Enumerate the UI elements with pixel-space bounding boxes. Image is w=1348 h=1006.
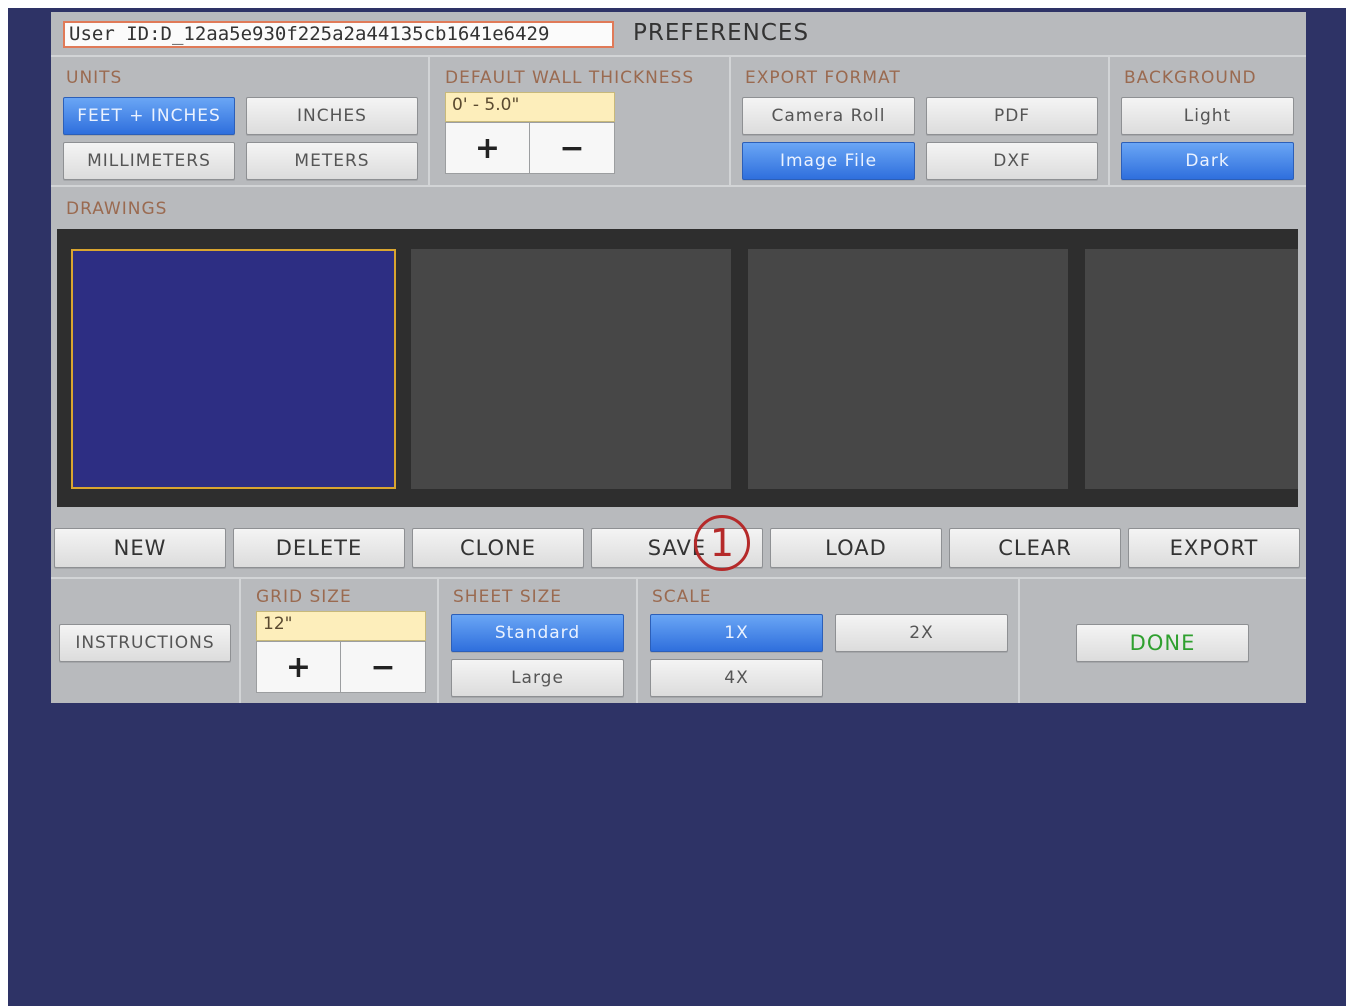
divider	[1018, 578, 1020, 703]
divider	[239, 578, 241, 703]
divider	[729, 56, 731, 186]
annotation-marker: 1	[694, 515, 750, 571]
divider	[437, 578, 439, 703]
minus-icon: −	[559, 130, 585, 166]
minus-icon: −	[370, 649, 396, 685]
unit-millimeters-button[interactable]: MILLIMETERS	[63, 142, 235, 180]
export-button[interactable]: EXPORT	[1128, 528, 1300, 568]
delete-button[interactable]: DELETE	[233, 528, 405, 568]
units-label: UNITS	[66, 68, 123, 88]
unit-meters-button[interactable]: METERS	[246, 142, 418, 180]
user-id-field[interactable]: User ID:D_12aa5e930f225a2a44135cb1641e64…	[63, 21, 614, 48]
scale-label: SCALE	[652, 587, 712, 607]
plus-icon: +	[474, 130, 501, 166]
drawing-thumbnail[interactable]	[411, 249, 731, 489]
load-button[interactable]: LOAD	[770, 528, 942, 568]
scale-1x-button[interactable]: 1X	[650, 614, 823, 652]
divider	[428, 56, 430, 186]
background-dark-button[interactable]: Dark	[1121, 142, 1294, 180]
wall-thickness-minus-button[interactable]: −	[529, 122, 615, 174]
export-format-label: EXPORT FORMAT	[745, 68, 901, 88]
page-title: PREFERENCES	[633, 20, 810, 46]
divider	[51, 185, 1306, 187]
drawings-label: DRAWINGS	[66, 199, 168, 219]
scale-2x-button[interactable]: 2X	[835, 614, 1008, 652]
wall-thickness-plus-button[interactable]: +	[445, 122, 530, 174]
background-light-button[interactable]: Light	[1121, 97, 1294, 135]
divider	[1108, 56, 1110, 186]
plus-icon: +	[285, 649, 312, 685]
wall-thickness-label: DEFAULT WALL THICKNESS	[445, 68, 695, 88]
sheet-size-label: SHEET SIZE	[453, 587, 563, 607]
divider	[636, 578, 638, 703]
background-label: BACKGROUND	[1124, 68, 1257, 88]
wall-thickness-value: 0' - 5.0"	[445, 92, 615, 122]
grid-size-label: GRID SIZE	[256, 587, 352, 607]
grid-size-plus-button[interactable]: +	[256, 641, 341, 693]
clear-button[interactable]: CLEAR	[949, 528, 1121, 568]
drawing-thumbnail[interactable]	[748, 249, 1068, 489]
unit-feet-inches-button[interactable]: FEET + INCHES	[63, 97, 235, 135]
unit-inches-button[interactable]: INCHES	[246, 97, 418, 135]
clone-button[interactable]: CLONE	[412, 528, 584, 568]
drawings-gallery[interactable]	[57, 229, 1298, 507]
drawing-thumbnail[interactable]	[71, 249, 396, 489]
export-camera-roll-button[interactable]: Camera Roll	[742, 97, 915, 135]
scale-4x-button[interactable]: 4X	[650, 659, 823, 697]
instructions-button[interactable]: INSTRUCTIONS	[59, 624, 231, 662]
grid-size-value: 12"	[256, 611, 426, 641]
done-button[interactable]: DONE	[1076, 624, 1249, 662]
sheet-size-standard-button[interactable]: Standard	[451, 614, 624, 652]
export-image-file-button[interactable]: Image File	[742, 142, 915, 180]
grid-size-minus-button[interactable]: −	[340, 641, 426, 693]
sheet-size-large-button[interactable]: Large	[451, 659, 624, 697]
new-button[interactable]: NEW	[54, 528, 226, 568]
export-pdf-button[interactable]: PDF	[926, 97, 1098, 135]
divider	[51, 55, 1306, 57]
drawing-thumbnail[interactable]	[1085, 249, 1298, 489]
export-dxf-button[interactable]: DXF	[926, 142, 1098, 180]
